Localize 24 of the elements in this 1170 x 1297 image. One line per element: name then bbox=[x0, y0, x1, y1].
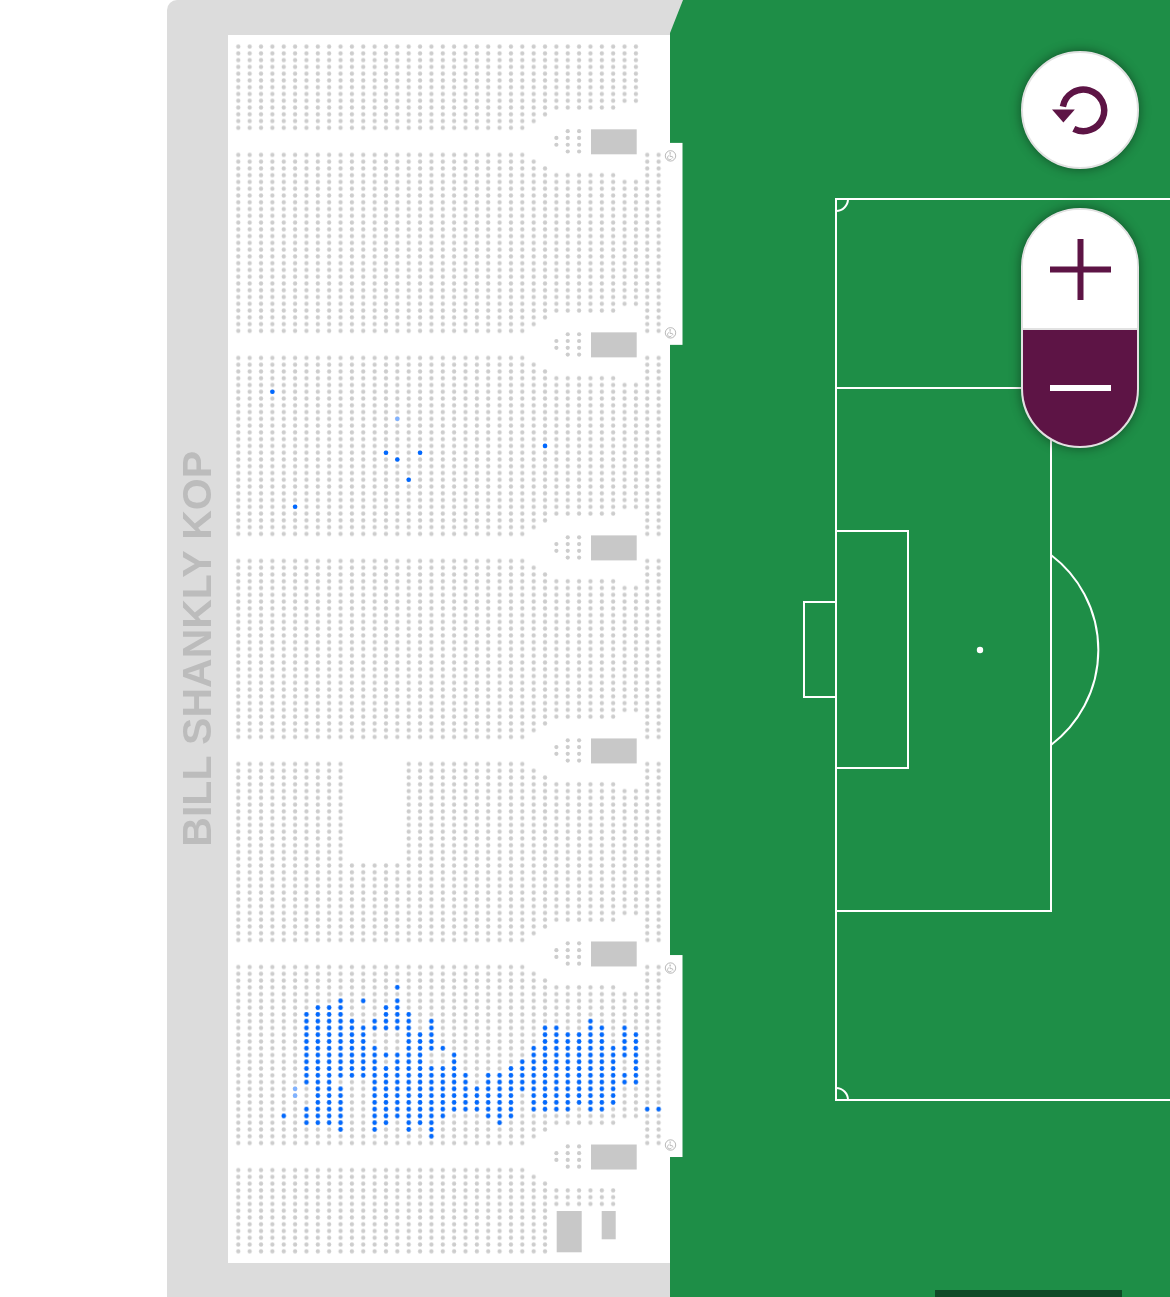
available-seat[interactable] bbox=[395, 457, 400, 462]
stairway bbox=[591, 1144, 637, 1170]
available-seat[interactable] bbox=[417, 450, 423, 455]
minus-icon bbox=[1049, 385, 1111, 391]
zoom-out-button[interactable] bbox=[1023, 328, 1137, 446]
available-seat[interactable] bbox=[270, 389, 275, 395]
stairway bbox=[591, 941, 637, 967]
reset-icon bbox=[1052, 85, 1108, 135]
plus-icon bbox=[1049, 238, 1111, 300]
available-seat[interactable] bbox=[383, 450, 389, 455]
available-seat[interactable] bbox=[406, 477, 411, 483]
stairway bbox=[591, 129, 637, 155]
stairway bbox=[601, 1211, 616, 1240]
zoom-in-button[interactable] bbox=[1023, 210, 1137, 328]
reset-button[interactable] bbox=[1021, 51, 1139, 169]
available-seat[interactable] bbox=[292, 504, 298, 510]
stairway bbox=[591, 332, 637, 358]
penalty-spot bbox=[976, 646, 984, 654]
corner-arc bbox=[835, 198, 849, 212]
stairway bbox=[556, 1211, 582, 1253]
stairway bbox=[591, 738, 637, 764]
stairway bbox=[591, 535, 637, 561]
available-seat[interactable] bbox=[542, 443, 548, 449]
corner-arc bbox=[835, 1087, 849, 1101]
